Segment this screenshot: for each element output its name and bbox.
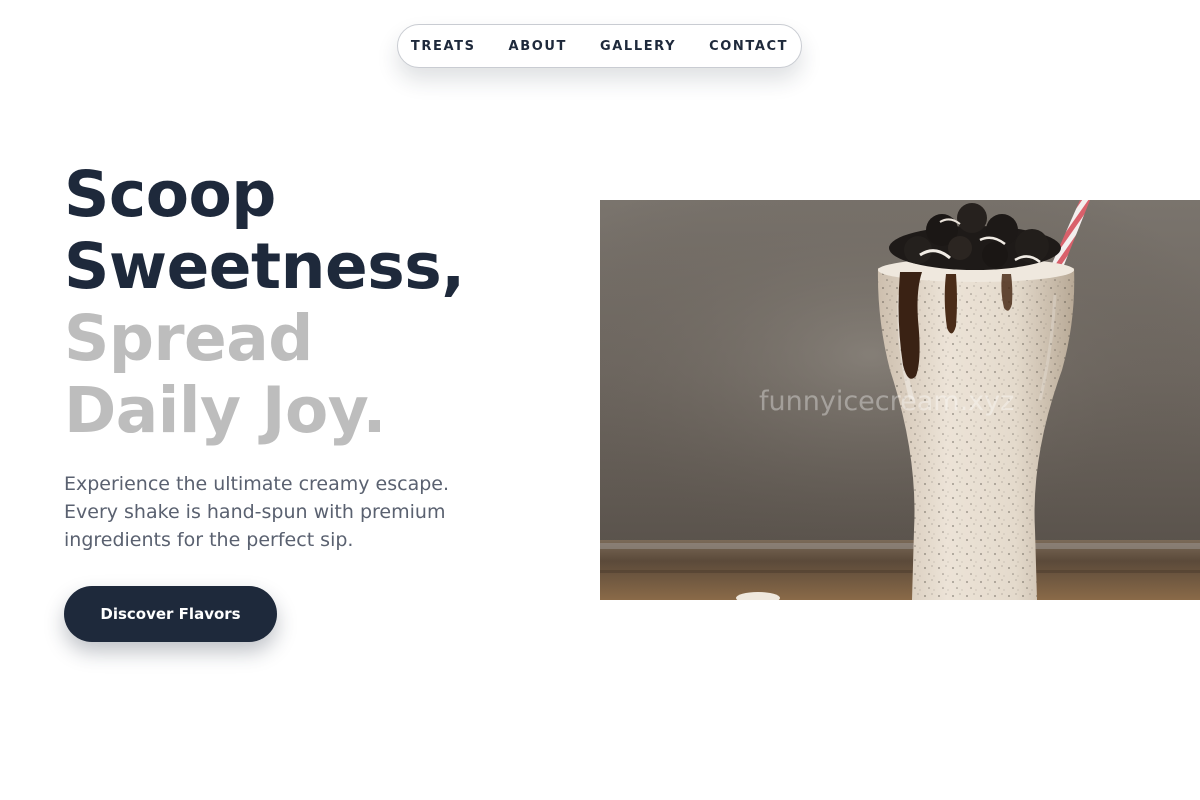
headline-line-4: Daily Joy.	[64, 374, 386, 447]
hero-milkshake-image: funnyicecream.xyz	[600, 200, 1200, 600]
landing-page: TREATS ABOUT GALLERY CONTACT Scoop Sweet…	[0, 0, 1200, 800]
headline-line-2: Sweetness,	[64, 230, 465, 303]
headline-line-1: Scoop	[64, 158, 276, 231]
nav-link-gallery[interactable]: GALLERY	[600, 39, 676, 54]
nav-link-treats[interactable]: TREATS	[411, 39, 476, 54]
discover-flavors-button[interactable]: Discover Flavors	[64, 586, 277, 642]
description-line-2: Every shake is hand-spun with premium	[64, 501, 446, 523]
hero-headline: Scoop Sweetness, Spread Daily Joy.	[64, 159, 465, 447]
milkshake-illustration	[600, 200, 1200, 600]
hero-description: Experience the ultimate creamy escape. E…	[64, 470, 504, 554]
nav-link-contact[interactable]: CONTACT	[709, 39, 788, 54]
headline-line-3: Spread	[64, 302, 313, 375]
description-line-1: Experience the ultimate creamy escape.	[64, 473, 450, 495]
top-nav: TREATS ABOUT GALLERY CONTACT	[397, 24, 802, 68]
description-line-3: ingredients for the perfect sip.	[64, 529, 354, 551]
nav-link-about[interactable]: ABOUT	[509, 39, 567, 54]
